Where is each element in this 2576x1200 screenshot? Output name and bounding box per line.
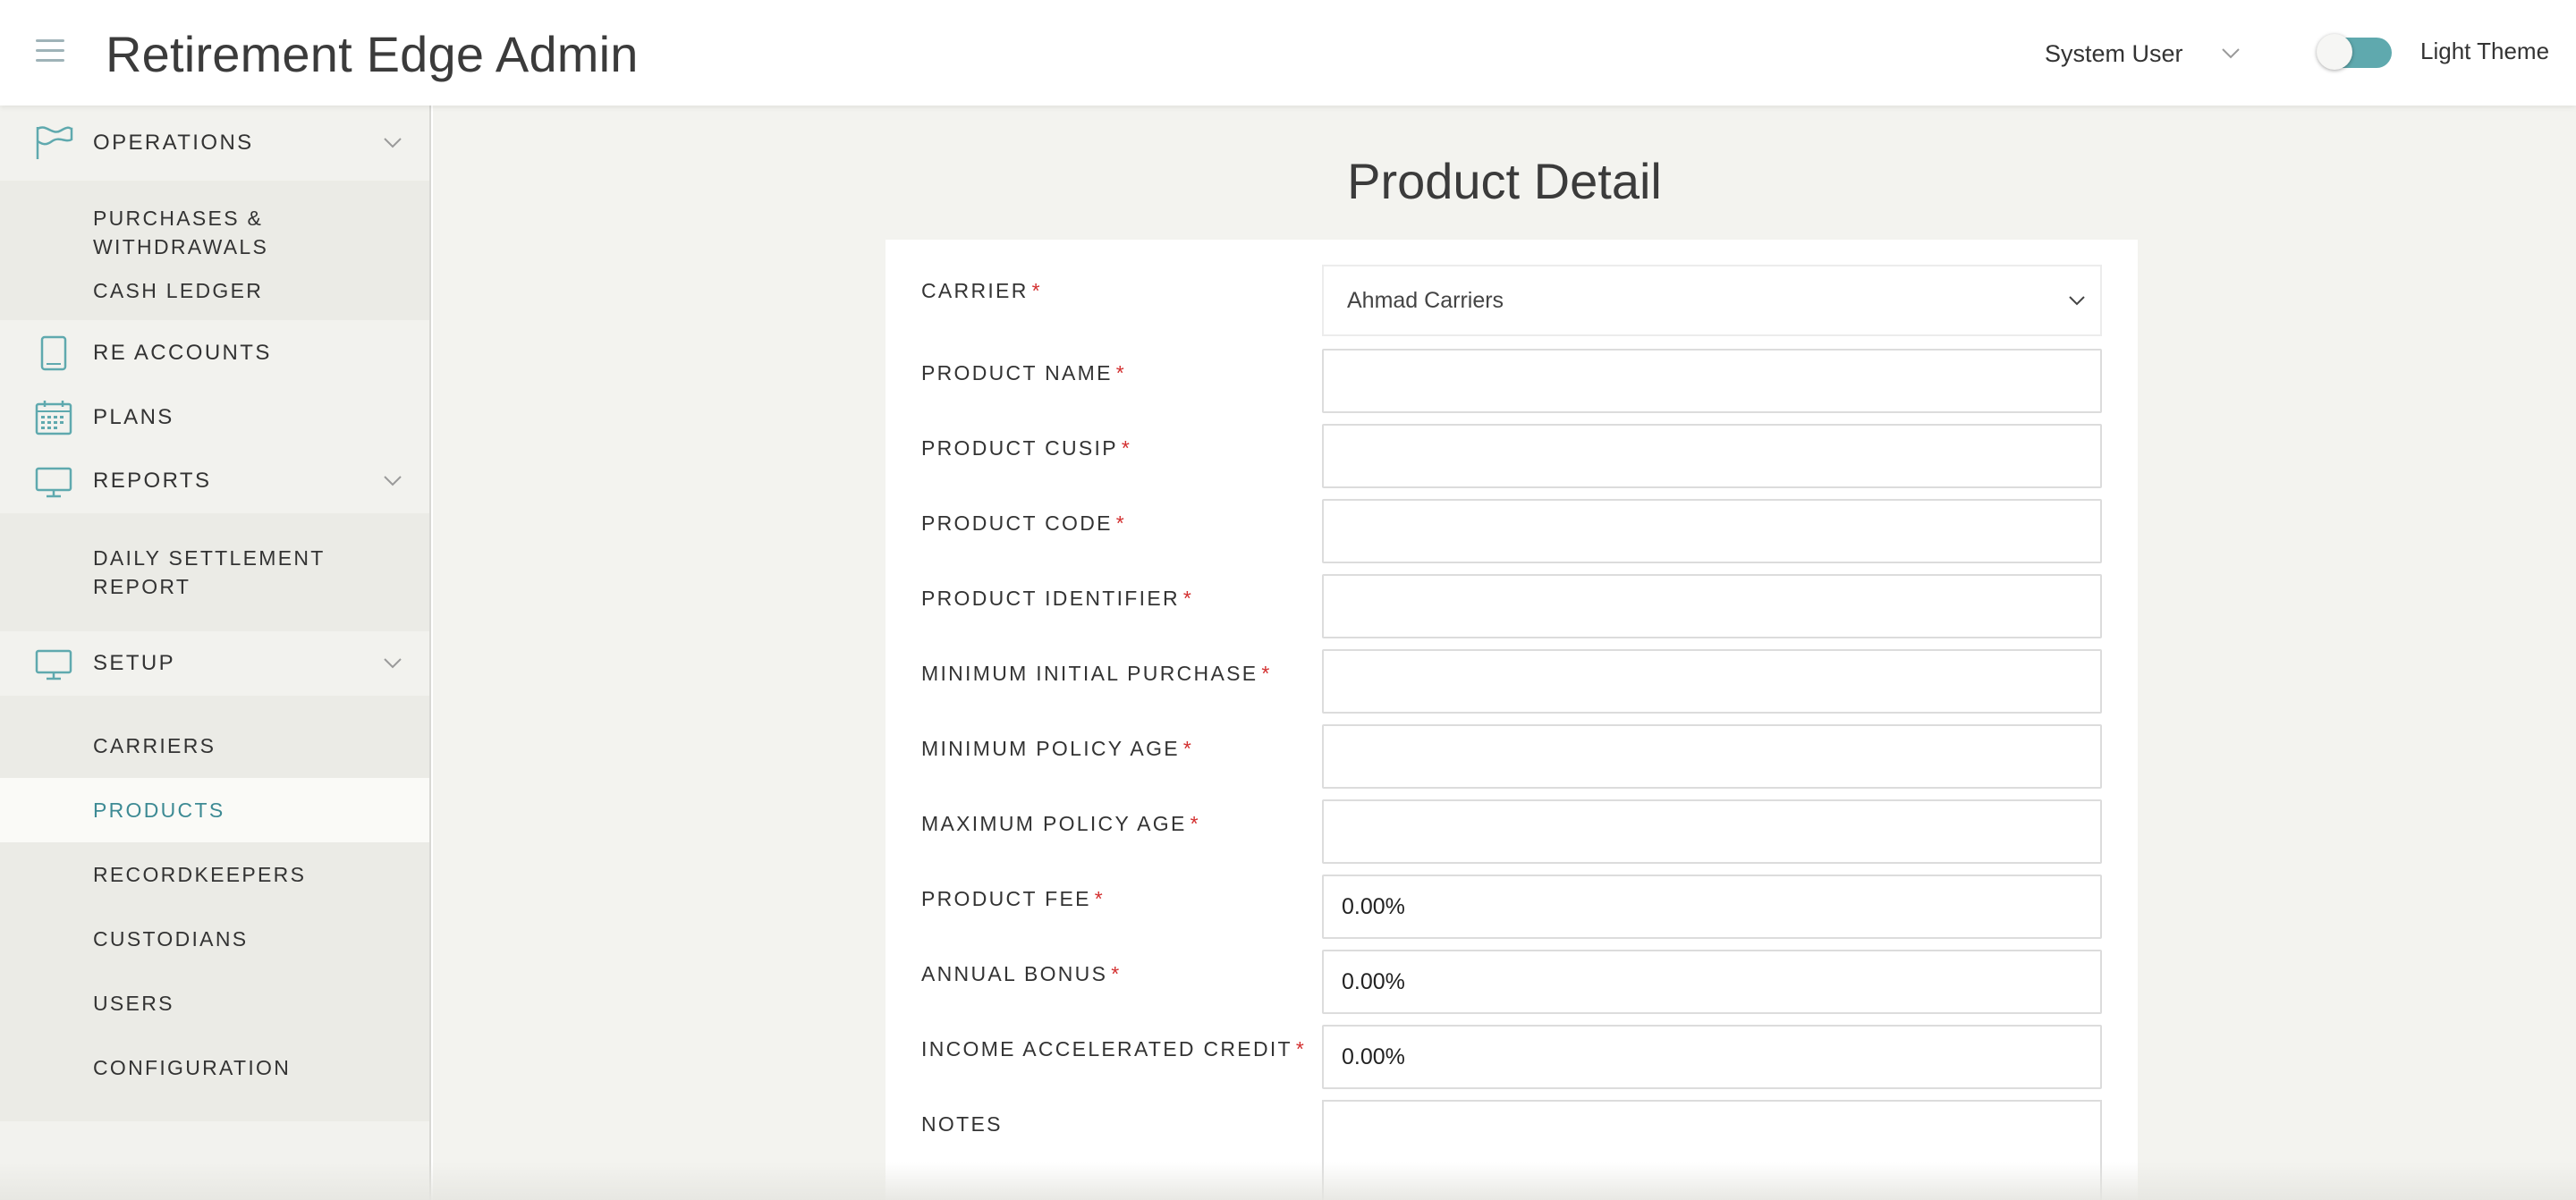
field-label: MINIMUM POLICY AGE * <box>921 737 1194 760</box>
field-label: PRODUCT IDENTIFIER * <box>921 587 1194 610</box>
required-mark: * <box>1094 887 1105 910</box>
form-row-carrier: CARRIER * Ahmad Carriers <box>886 265 2138 354</box>
field-label: MAXIMUM POLICY AGE * <box>921 812 1200 835</box>
required-mark: * <box>1261 662 1272 685</box>
user-menu-dropdown[interactable]: System User <box>2045 36 2241 72</box>
product-detail-form: CARRIER * Ahmad Carriers PRODUCT NAME * PR… <box>886 240 2138 1200</box>
sidebar-item-purchases-withdrawals[interactable]: PURCHASES & WITHDRAWALS <box>0 195 429 270</box>
sidebar-item-label: RE ACCOUNTS <box>93 341 272 365</box>
main-content: Product Detail CARRIER * Ahmad Carriers P… <box>433 106 2576 1200</box>
sidebar-item-label: PRODUCTS <box>93 799 225 822</box>
sidebar-item-daily-settlement-report[interactable]: DAILY SETTLEMENT REPORT <box>0 535 429 610</box>
sidebar-item-label: OPERATIONS <box>93 131 254 155</box>
carrier-select[interactable]: Ahmad Carriers <box>1322 265 2102 336</box>
required-mark: * <box>1190 812 1200 835</box>
app-title: Retirement Edge Admin <box>106 26 639 82</box>
sidebar-item-label: REPORTS <box>93 469 212 493</box>
flag-icon <box>36 126 73 159</box>
sidebar-item-operations[interactable]: OPERATIONS <box>0 106 429 181</box>
chevron-down-icon[interactable] <box>383 137 402 149</box>
calendar-icon <box>35 401 72 435</box>
sidebar-item-carriers[interactable]: CARRIERS <box>0 714 429 778</box>
toggle-knob <box>2317 34 2352 70</box>
hamburger-menu-icon[interactable] <box>36 39 64 64</box>
field-label: PRODUCT CODE * <box>921 511 1127 535</box>
required-mark: * <box>1115 361 1127 385</box>
chevron-down-icon <box>2069 296 2085 306</box>
theme-toggle[interactable] <box>2317 32 2392 72</box>
maximum-policy-age-input[interactable] <box>1322 799 2102 864</box>
theme-label: Light Theme <box>2420 38 2550 64</box>
field-label: PRODUCT CUSIP * <box>921 436 1132 460</box>
field-label: PRODUCT NAME * <box>921 361 1127 385</box>
field-label: NOTES <box>921 1112 1003 1136</box>
product-cusip-input[interactable] <box>1322 424 2102 488</box>
sidebar-item-label: PLANS <box>93 405 174 429</box>
sidebar-item-label: RECORDKEEPERS <box>93 863 307 886</box>
field-label: ANNUAL BONUS * <box>921 962 1122 985</box>
required-mark: * <box>1295 1037 1307 1061</box>
product-fee-input[interactable] <box>1322 875 2102 939</box>
sidebar-item-label: PURCHASES & WITHDRAWALS <box>93 207 269 258</box>
sidebar-item-users[interactable]: USERS <box>0 971 429 1035</box>
chevron-down-icon[interactable] <box>383 657 402 670</box>
required-mark: * <box>1182 737 1194 760</box>
sidebar-item-label: CONFIGURATION <box>93 1056 292 1079</box>
sidebar-item-label: CARRIERS <box>93 734 216 757</box>
product-name-input[interactable] <box>1322 349 2102 413</box>
sidebar-item-reports[interactable]: REPORTS <box>0 449 429 513</box>
income-accelerated-credit-input[interactable] <box>1322 1025 2102 1089</box>
notes-textarea[interactable] <box>1322 1100 2102 1200</box>
sidebar-item-recordkeepers[interactable]: RECORDKEEPERS <box>0 842 429 907</box>
top-bar: Retirement Edge Admin System User Light … <box>0 0 2576 106</box>
monitor-icon <box>35 649 72 680</box>
required-mark: * <box>1031 279 1042 302</box>
field-label: INCOME ACCELERATED CREDIT * <box>921 1037 1307 1061</box>
required-mark: * <box>1121 436 1132 460</box>
sidebar-item-setup[interactable]: SETUP <box>0 631 429 696</box>
sidebar-item-configuration[interactable]: CONFIGURATION <box>0 1035 429 1100</box>
user-name: System User <box>2045 39 2183 67</box>
reports-submenu: DAILY SETTLEMENT REPORT <box>0 513 429 631</box>
chevron-down-icon <box>2221 48 2240 59</box>
sidebar-item-products[interactable]: PRODUCTS <box>0 778 429 842</box>
annual-bonus-input[interactable] <box>1322 950 2102 1014</box>
product-identifier-input[interactable] <box>1322 574 2102 638</box>
sidebar-item-label: CUSTODIANS <box>93 927 249 951</box>
required-mark: * <box>1182 587 1194 610</box>
field-label: PRODUCT FEE * <box>921 887 1105 910</box>
sidebar-item-plans[interactable]: PLANS <box>0 386 429 449</box>
setup-submenu: CARRIERS PRODUCTS RECORDKEEPERS CUSTODIA… <box>0 696 429 1121</box>
sidebar-item-label: DAILY SETTLEMENT REPORT <box>93 546 326 598</box>
form-row-notes: NOTES <box>886 1100 2138 1200</box>
book-icon <box>40 335 67 371</box>
page-title: Product Detail <box>1347 153 1662 209</box>
sidebar-item-cash-ledger[interactable]: CASH LEDGER <box>0 270 429 311</box>
required-mark: * <box>1115 511 1127 535</box>
minimum-policy-age-input[interactable] <box>1322 724 2102 789</box>
sidebar-item-re-accounts[interactable]: RE ACCOUNTS <box>0 320 429 386</box>
sidebar-item-custodians[interactable]: CUSTODIANS <box>0 907 429 971</box>
monitor-icon <box>35 467 72 498</box>
sidebar: OPERATIONS PURCHASES & WITHDRAWALS CASH … <box>0 106 431 1200</box>
required-mark: * <box>1111 962 1122 985</box>
operations-submenu: PURCHASES & WITHDRAWALS CASH LEDGER <box>0 181 429 320</box>
select-value: Ahmad Carriers <box>1347 287 1504 313</box>
sidebar-item-label: SETUP <box>93 651 176 675</box>
sidebar-item-label: USERS <box>93 992 174 1015</box>
field-label: CARRIER * <box>921 279 1042 302</box>
sidebar-item-label: CASH LEDGER <box>93 279 264 302</box>
chevron-down-icon[interactable] <box>383 475 402 487</box>
product-code-input[interactable] <box>1322 499 2102 563</box>
minimum-initial-purchase-input[interactable] <box>1322 649 2102 714</box>
field-label: MINIMUM INITIAL PURCHASE * <box>921 662 1272 685</box>
